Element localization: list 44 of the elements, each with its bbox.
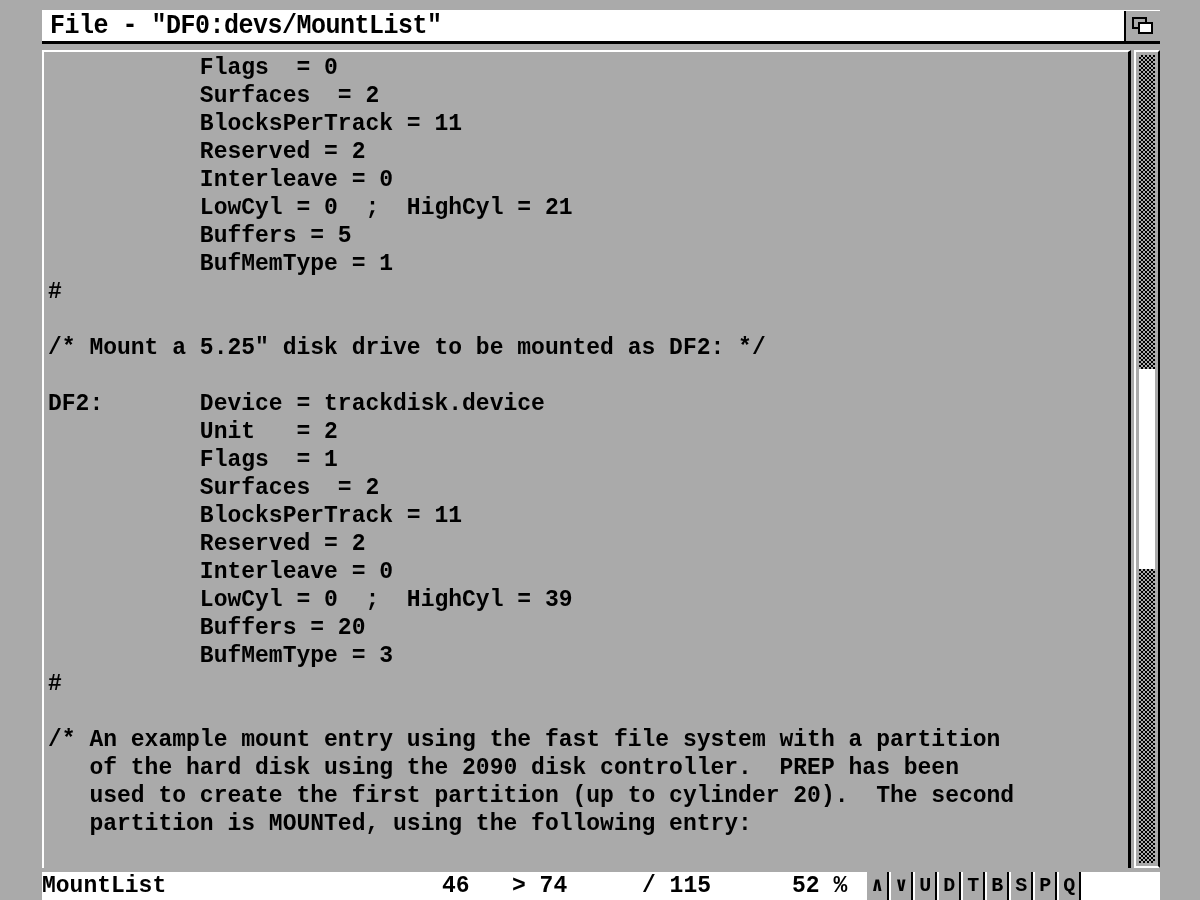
text-line: BlocksPerTrack = 11 [198, 110, 463, 138]
text-line: LowCyl = 0 ; HighCyl = 39 [198, 586, 573, 614]
text-line: Buffers = 20 [198, 614, 366, 642]
command-button[interactable]: U [913, 872, 938, 900]
command-button[interactable]: S [1009, 872, 1034, 900]
first-line-number: 46 [442, 872, 471, 900]
scroll-thumb[interactable] [1139, 369, 1155, 569]
text-line: Interleave = 0 [198, 558, 394, 586]
text-line: BlocksPerTrack = 11 [198, 502, 463, 530]
command-button[interactable]: P [1033, 872, 1058, 900]
text-line: Unit = 2 [198, 418, 338, 446]
depth-gadget[interactable] [1124, 10, 1160, 41]
command-button[interactable]: T [961, 872, 986, 900]
text-line: # [48, 278, 62, 306]
text-line: Reserved = 2 [198, 530, 366, 558]
text-line: BufMemType = 3 [198, 642, 394, 670]
text-line: partition is MOUNTed, using the following entry: [88, 810, 752, 838]
file-name: MountList [42, 872, 168, 900]
command-button[interactable]: ∨ [889, 872, 914, 900]
text-line: LowCyl = 0 ; HighCyl = 21 [198, 194, 573, 222]
scrollbar[interactable] [1139, 55, 1155, 863]
text-line: used to create the first partition (up to cylinder 20). The second [88, 782, 1015, 810]
command-button[interactable]: B [985, 872, 1010, 900]
depth-icon [1131, 15, 1155, 36]
text-line: Surfaces = 2 [198, 474, 380, 502]
text-line: Flags = 0 [198, 54, 338, 82]
last-line-number: > 74 [512, 872, 569, 900]
text-line: Flags = 1 [198, 446, 338, 474]
text-line: Reserved = 2 [198, 138, 366, 166]
command-button[interactable]: Q [1057, 872, 1082, 900]
text-line: # [48, 670, 62, 698]
text-line: of the hard disk using the 2090 disk controller. PREP has been [88, 754, 959, 782]
text-line: /* An example mount entry using the fast file system with a partition [48, 726, 1001, 754]
text-line: /* Mount a 5.25" disk drive to be mounted as DF2: */ [48, 334, 766, 362]
window-title: File - "DF0:devs/MountList" [50, 9, 442, 42]
percent: 52 % [792, 872, 848, 900]
text-line: Buffers = 5 [198, 222, 352, 250]
total-lines: / 115 [642, 872, 712, 900]
text-line: Surfaces = 2 [198, 82, 380, 110]
text-line: BufMemType = 1 [198, 250, 394, 278]
command-button[interactable]: ∧ [865, 872, 890, 900]
text-line: Interleave = 0 [198, 166, 394, 194]
text-line: DF2: Device = trackdisk.device [48, 390, 545, 418]
command-button[interactable]: D [937, 872, 962, 900]
